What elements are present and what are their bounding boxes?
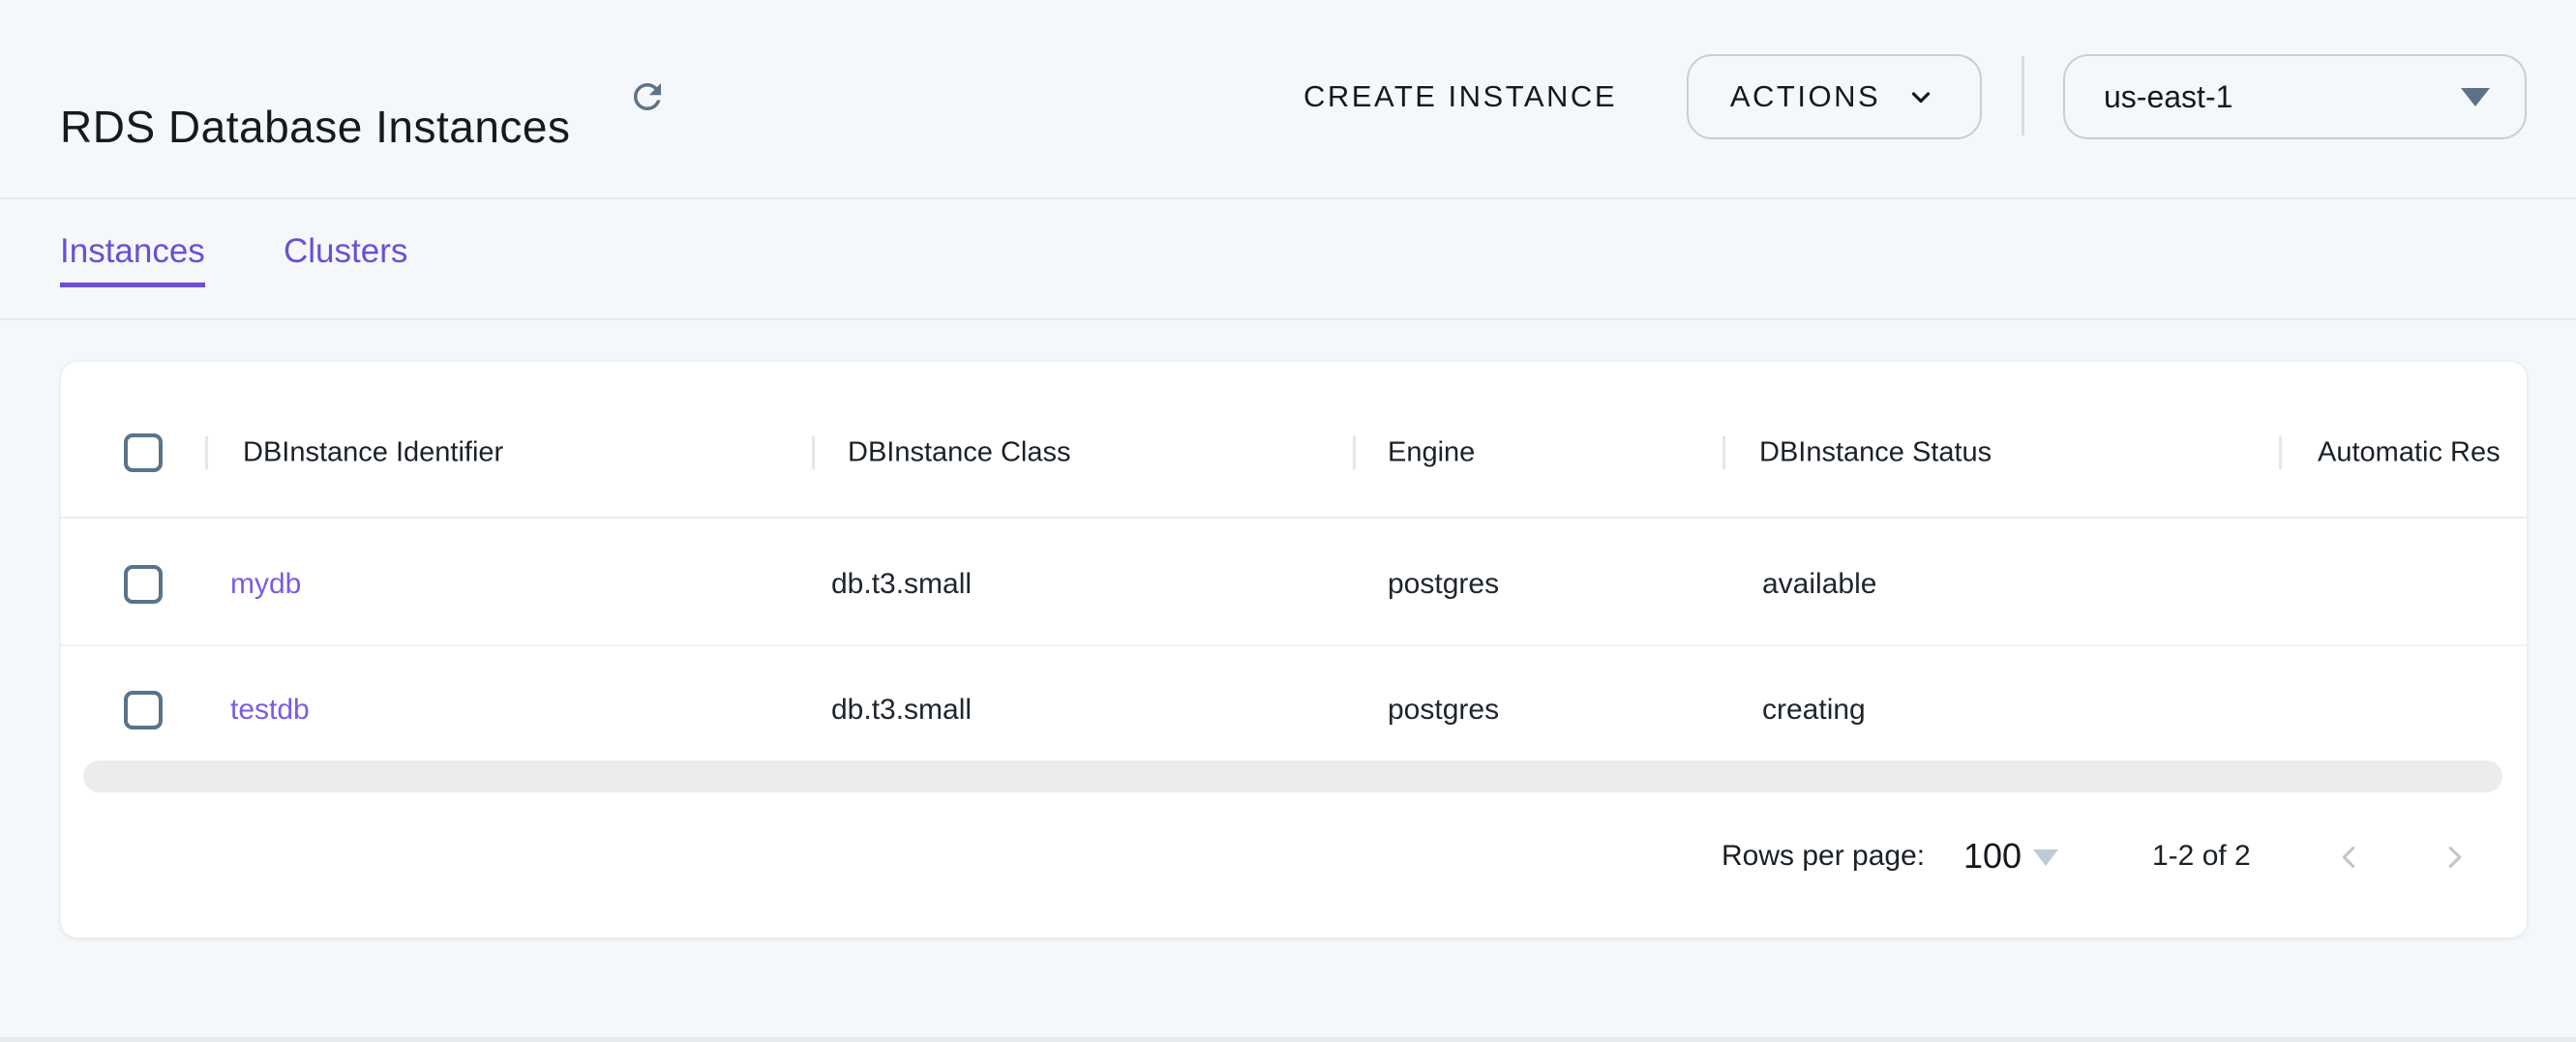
caret-down-icon[interactable] — [2033, 849, 2058, 866]
refresh-icon[interactable] — [627, 76, 668, 117]
rows-per-page-select[interactable]: 100 — [1963, 836, 2022, 877]
chevron-right-icon[interactable] — [2437, 839, 2473, 876]
rds-console: RDS Database Instances CREATE INSTANCE A… — [0, 0, 2576, 1042]
cell-class: db.t3.small — [831, 694, 972, 727]
column-header-class: DBInstance Class — [848, 437, 1071, 469]
region-select-value: us-east-1 — [2104, 79, 2232, 115]
page-title: RDS Database Instances — [60, 101, 571, 153]
cell-engine: postgres — [1388, 694, 1499, 727]
instances-table-card: DBInstance Identifier DBInstance Class E… — [60, 361, 2528, 938]
pagination-range: 1-2 of 2 — [2152, 840, 2251, 873]
column-header-identifier: DBInstance Identifier — [243, 437, 503, 469]
region-select[interactable]: us-east-1 — [2063, 54, 2527, 139]
column-header-status: DBInstance Status — [1759, 437, 1992, 469]
column-header-engine: Engine — [1388, 437, 1475, 469]
tab-instances[interactable]: Instances — [60, 232, 205, 287]
row-checkbox-mydb[interactable] — [124, 565, 163, 604]
instance-link-testdb[interactable]: testdb — [230, 694, 310, 727]
header-bottom-divider — [0, 197, 2576, 199]
actions-button[interactable]: ACTIONS — [1687, 54, 1982, 139]
row-divider — [61, 644, 2528, 646]
cell-engine: postgres — [1388, 568, 1499, 601]
column-divider — [812, 436, 815, 469]
tab-clusters[interactable]: Clusters — [284, 232, 407, 271]
actions-button-label: ACTIONS — [1730, 79, 1880, 114]
cell-status: creating — [1762, 694, 1866, 727]
create-instance-button[interactable]: CREATE INSTANCE — [1303, 79, 1617, 114]
cell-class: db.t3.small — [831, 568, 972, 601]
row-checkbox-testdb[interactable] — [124, 691, 163, 729]
chevron-left-icon[interactable] — [2330, 839, 2367, 876]
column-divider — [205, 436, 208, 469]
table-header-underline — [61, 517, 2528, 519]
cell-status: available — [1762, 568, 1876, 601]
column-divider — [1722, 436, 1725, 469]
caret-down-icon — [2461, 88, 2490, 106]
chevron-down-icon — [1903, 79, 1938, 114]
tabs-bottom-divider — [0, 318, 2576, 320]
column-divider — [1353, 436, 1356, 469]
rows-per-page-label: Rows per page: — [1722, 840, 1925, 873]
column-header-automatic-restart: Automatic Res — [2318, 437, 2501, 469]
select-all-checkbox[interactable] — [124, 433, 163, 472]
column-divider — [2279, 436, 2282, 469]
viewport-bottom-edge — [0, 1037, 2576, 1042]
horizontal-scrollbar[interactable] — [83, 760, 2502, 792]
instance-link-mydb[interactable]: mydb — [230, 568, 301, 601]
toolbar-divider — [2022, 56, 2024, 135]
